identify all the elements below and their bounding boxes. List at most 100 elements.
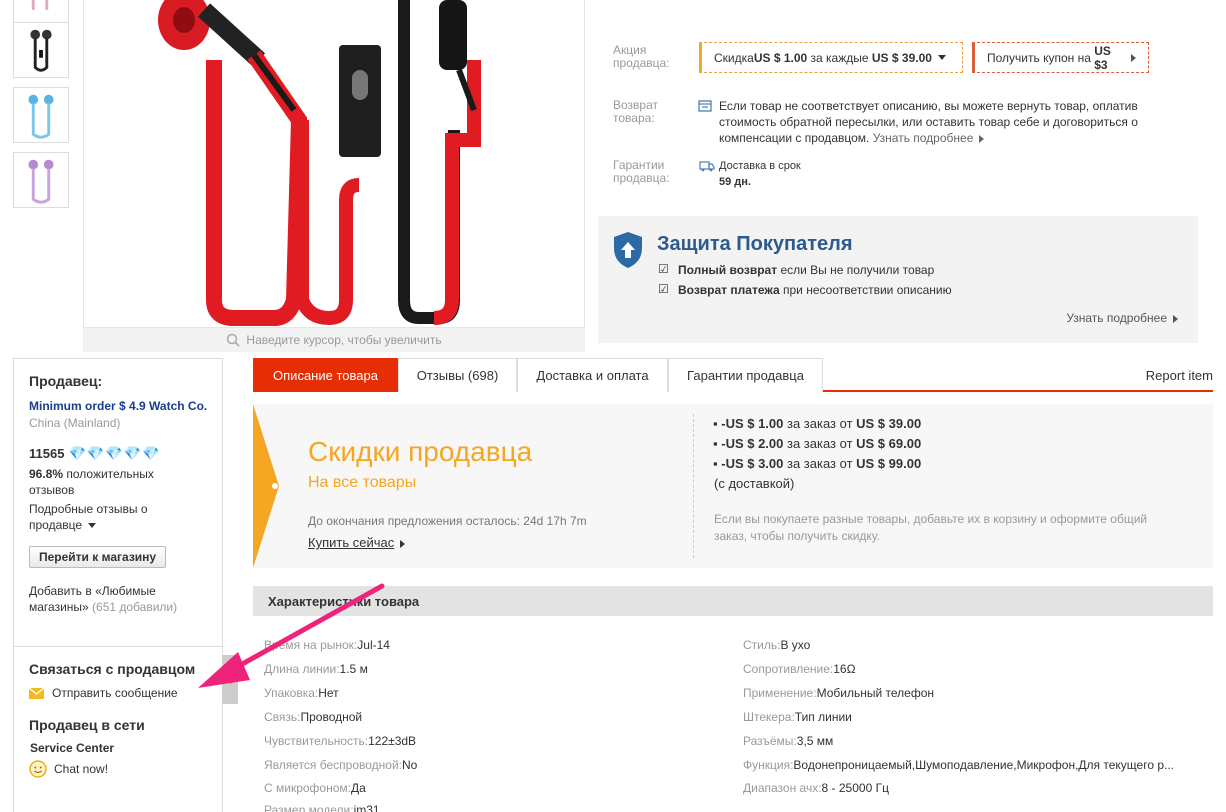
protection-more-link[interactable]: Узнать подробнее xyxy=(1066,311,1178,325)
tab-description[interactable]: Описание товара xyxy=(253,358,398,392)
tab-reviews[interactable]: Отзывы (698) xyxy=(398,358,517,392)
tier-off: -US $ 3.00 xyxy=(721,456,784,471)
spec-key: Применение: xyxy=(743,686,817,700)
tier-off: -US $ 1.00 xyxy=(721,416,784,431)
return-policy-text: Если товар не соответствует описанию, вы… xyxy=(719,98,1138,146)
spec-row: Является беспроводной:No xyxy=(264,758,417,772)
seller-info-panel: Продавец: Minimum order $ 4.9 Watch Co. … xyxy=(13,358,223,648)
return-text-line2: стоимость обратной пересылки, или остави… xyxy=(719,115,1138,129)
protection-item-refund: ☑ Полный возврат если Вы не получили тов… xyxy=(658,262,934,277)
zoom-hint-text: Наведите курсор, чтобы увеличить xyxy=(246,333,442,347)
tab-label: Описание товара xyxy=(273,368,378,383)
go-to-store-button[interactable]: Перейти к магазину xyxy=(29,546,167,568)
spec-value: Да xyxy=(350,781,366,795)
spec-row: Разъёмы:3,5 мм xyxy=(743,734,833,748)
tab-shipping-payment[interactable]: Доставка и оплата xyxy=(517,358,668,392)
spec-row: Чувствительность:122±3dB xyxy=(264,734,416,748)
return-icon xyxy=(698,100,712,112)
return-text-line1: Если товар не соответствует описанию, вы… xyxy=(719,99,1138,113)
spec-key: Связь: xyxy=(264,710,301,724)
coupon-prefix: Получить купон на xyxy=(987,50,1095,65)
shield-icon xyxy=(614,232,642,268)
chat-now-button[interactable]: Chat now! xyxy=(29,760,108,778)
thumbnail-purple[interactable] xyxy=(13,152,69,208)
spec-key: Функция: xyxy=(743,758,794,772)
spec-row: Штекера:Тип линии xyxy=(743,710,852,724)
tier-min: US $ 69.00 xyxy=(856,436,922,451)
spec-key: Размер модели: xyxy=(264,803,354,812)
earphone-thumb-image xyxy=(28,94,54,139)
spec-value: 8 - 25000 Гц xyxy=(821,781,889,795)
spec-key: Стиль: xyxy=(743,638,781,652)
tab-label: Доставка и оплата xyxy=(536,368,649,383)
seller-rating[interactable]: 11565 💎💎💎💎💎 xyxy=(29,445,161,462)
spec-row: Применение:Мобильный телефон xyxy=(743,686,934,700)
protection-title: Защита Покупателя xyxy=(657,233,853,255)
tier-off: -US $ 2.00 xyxy=(721,436,784,451)
send-message-link[interactable]: Отправить сообщение xyxy=(29,686,178,700)
red-earphones-image xyxy=(158,0,481,326)
spec-value: 1.5 м xyxy=(339,662,368,676)
chevron-right-icon xyxy=(1131,53,1136,62)
promo-label-line2: продавца: xyxy=(613,56,670,70)
product-main-image[interactable] xyxy=(83,0,585,328)
return-label: Возврат товара: xyxy=(613,99,658,125)
buyer-protection-panel: Защита Покупателя ☑ Полный возврат если … xyxy=(598,216,1198,343)
spec-key: Разъёмы: xyxy=(743,734,797,748)
spec-value: Нет xyxy=(318,686,339,700)
sidebar-collapse-handle[interactable] xyxy=(222,655,238,704)
service-center-label: Service Center xyxy=(30,741,115,755)
discount-amount: US $ 1.00 xyxy=(753,50,808,65)
report-item-link[interactable]: Report item xyxy=(1146,368,1213,383)
discount-dropdown[interactable]: Скидка US $ 1.00 за каждые US $ 39.00 xyxy=(699,42,963,73)
seller-location: China (Mainland) xyxy=(29,416,121,430)
tab-label: Отзывы (698) xyxy=(416,368,499,383)
spec-key: Чувствительность: xyxy=(264,734,369,748)
contact-heading: Связаться с продавцом xyxy=(29,661,196,677)
spec-row: Диапазон ачх:8 - 25000 Гц xyxy=(743,781,889,795)
refund-bold: Полный возврат xyxy=(678,263,778,277)
add-favorite-store[interactable]: Добавить в «Любимые магазины» (651 добав… xyxy=(29,583,177,615)
buy-now-link[interactable]: Купить сейчас xyxy=(308,535,406,550)
spec-value: Тип линии xyxy=(794,710,852,724)
return-more-label: Узнать подробнее xyxy=(872,131,974,145)
spec-value: Водонепроницаемый,Шумоподавление,Микрофо… xyxy=(793,758,1174,772)
spec-key: Время на рынок: xyxy=(264,638,358,652)
spec-row: Длина линии:1.5 м xyxy=(264,662,368,676)
spec-value: 16Ω xyxy=(833,662,856,676)
spec-row: С микрофоном:Да xyxy=(264,781,366,795)
positive-text-2: отзывов xyxy=(29,483,75,497)
zoom-hint: Наведите курсор, чтобы увеличить xyxy=(83,328,585,352)
checkbox-icon: ☑ xyxy=(658,262,669,276)
thumbnail-blue[interactable] xyxy=(13,87,69,143)
spec-key: Является беспроводной: xyxy=(264,758,402,772)
positive-feedback: 96.8% положительных отзывов xyxy=(29,466,154,498)
detailed-feedback-dropdown[interactable]: Подробные отзывы о продавце xyxy=(29,501,148,533)
note-line-2: заказ, чтобы получить скидку. xyxy=(714,529,880,543)
chat-smiley-icon xyxy=(29,760,47,778)
discount-threshold: US $ 39.00 xyxy=(871,50,932,65)
tab-label: Гарантии продавца xyxy=(687,368,804,383)
spec-value: 122±3dB xyxy=(368,734,417,748)
tier-mid: за заказ от xyxy=(783,456,857,471)
return-label-line2: товара: xyxy=(613,111,655,125)
spec-key: С микрофоном: xyxy=(264,781,351,795)
spec-key: Диапазон ачх: xyxy=(743,781,822,795)
tier-mid: за заказ от xyxy=(783,416,857,431)
discount-tier: ▪ -US $ 1.00 за заказ от US $ 39.00 xyxy=(713,416,922,431)
return-more-link[interactable]: Узнать подробнее xyxy=(873,131,985,145)
get-coupon-button[interactable]: Получить купон на US $3 xyxy=(972,42,1149,73)
protection-more-label: Узнать подробнее xyxy=(1066,311,1167,325)
thumbnail-black[interactable] xyxy=(13,22,69,78)
chevron-right-icon xyxy=(979,134,985,143)
spec-key: Упаковка: xyxy=(264,686,319,700)
chargeback-rest: при несоответствии описанию xyxy=(779,283,952,297)
tab-seller-guarantees[interactable]: Гарантии продавца xyxy=(668,358,823,392)
spec-key: Длина линии: xyxy=(264,662,340,676)
spec-key: Сопротивление: xyxy=(743,662,834,676)
chevron-right-icon xyxy=(400,539,406,548)
store-name-link[interactable]: Minimum order $ 4.9 Watch Co. xyxy=(29,399,207,413)
spec-value: 3,5 мм xyxy=(796,734,834,748)
tier-min: US $ 39.00 xyxy=(856,416,922,431)
magnifier-icon xyxy=(227,333,241,347)
